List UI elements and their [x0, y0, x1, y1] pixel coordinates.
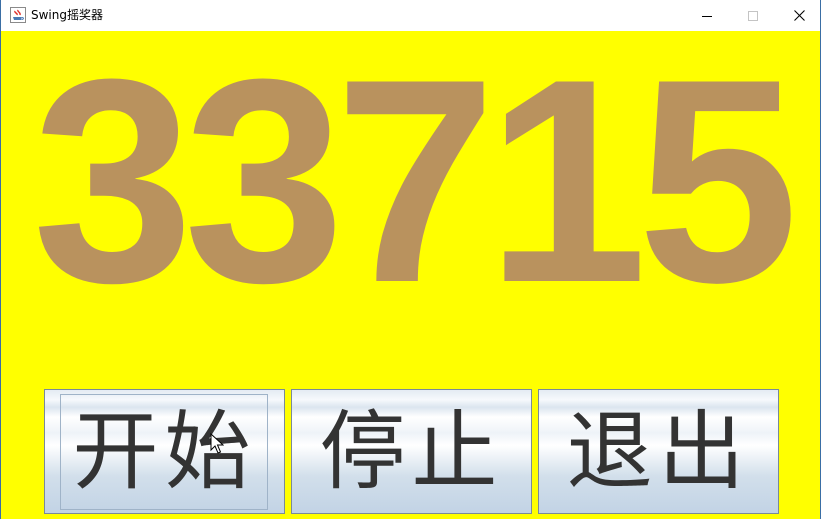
- mouse-pointer-icon: [210, 433, 224, 454]
- start-button[interactable]: 开始: [44, 389, 285, 514]
- exit-button[interactable]: 退出: [538, 389, 779, 514]
- close-button[interactable]: [776, 0, 821, 31]
- exit-button-label: 退出: [566, 401, 751, 502]
- app-window: Swing摇奖器 33715 开始 停止 退出: [0, 0, 821, 519]
- java-cup-icon: [10, 7, 26, 23]
- minimize-icon: [702, 15, 712, 17]
- maximize-icon: [748, 10, 758, 21]
- stop-button[interactable]: 停止: [291, 389, 532, 514]
- stop-button-label: 停止: [319, 401, 504, 502]
- title-bar[interactable]: Swing摇奖器: [1, 0, 820, 31]
- close-icon: [793, 10, 805, 21]
- start-button-label: 开始: [72, 401, 257, 502]
- minimize-button[interactable]: [684, 0, 730, 31]
- window-title: Swing摇奖器: [31, 8, 103, 22]
- maximize-button[interactable]: [730, 0, 776, 31]
- content-panel: 33715 开始 停止 退出: [1, 31, 820, 519]
- lottery-number-display: 33715: [32, 51, 798, 311]
